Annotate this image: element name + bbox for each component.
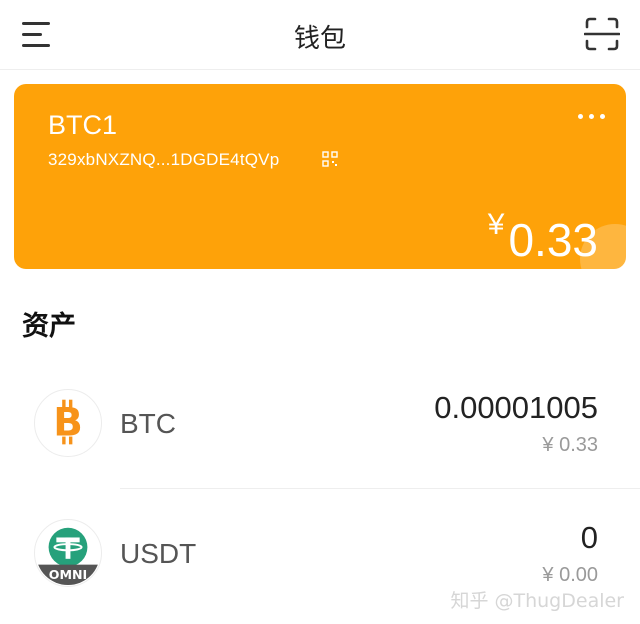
wallet-name: BTC1 xyxy=(48,110,118,140)
bitcoin-icon: B xyxy=(34,389,102,457)
row-divider xyxy=(120,488,640,489)
asset-symbol: BTC xyxy=(120,408,176,439)
asset-fiat-value: ¥ 0.00 xyxy=(542,564,598,586)
asset-amount: 0.00001005 xyxy=(434,390,598,425)
assets-heading: 资产 xyxy=(22,311,76,342)
asset-fiat-value: ¥ 0.33 xyxy=(542,434,598,456)
wallet-balance: ¥0.33 xyxy=(488,208,598,267)
asset-symbol: USDT xyxy=(120,538,197,569)
page-title: 钱包 xyxy=(293,24,346,54)
wallet-address: 329xbNXZNQ...1DGDE4tQVp xyxy=(48,150,280,169)
scan-icon[interactable] xyxy=(584,16,620,52)
asset-row-btc[interactable]: B BTC 0.00001005 ¥ 0.33 xyxy=(0,360,640,490)
currency-symbol: ¥ xyxy=(487,208,505,241)
more-icon[interactable] xyxy=(572,102,612,130)
omni-badge: OMNI xyxy=(49,567,88,582)
watermark-text: 知乎 @ThugDealer xyxy=(450,590,624,612)
svg-text:B: B xyxy=(53,401,83,446)
tether-omni-icon: OMNI xyxy=(34,519,102,587)
top-bar: 钱包 xyxy=(0,0,640,70)
qr-code-icon[interactable] xyxy=(322,151,338,167)
balance-amount: 0.33 xyxy=(508,214,598,266)
wallet-card[interactable]: BTC1 329xbNXZNQ...1DGDE4tQVp ¥0.33 xyxy=(14,84,626,269)
asset-amount: 0 xyxy=(580,520,598,555)
